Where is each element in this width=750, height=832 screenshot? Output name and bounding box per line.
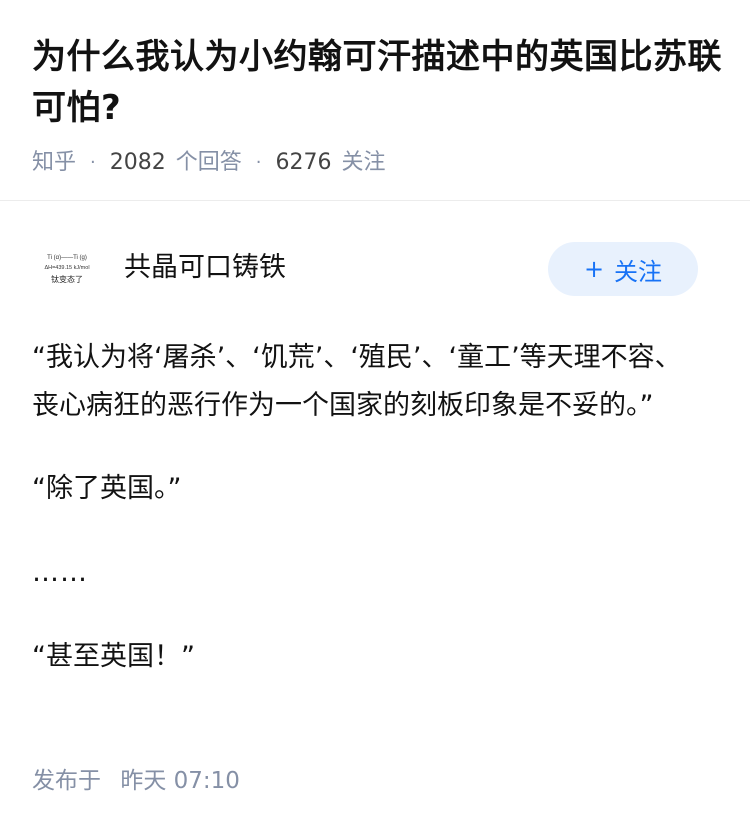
- meta-separator: ·: [90, 152, 96, 173]
- answer-paragraph: “我认为将‘屠杀’、‘饥荒’、‘殖民’、‘童工’等天理不容、丧心病狂的恶行作为一…: [32, 342, 682, 421]
- meta-separator: ·: [255, 152, 262, 173]
- publish-time: 昨天 07:10: [120, 768, 240, 794]
- publish-label: 发布于: [32, 768, 101, 794]
- follow-count: 6276: [275, 150, 332, 175]
- answer-page: 为什么我认为小约翰可汗描述中的英国比苏联可怕? 知乎 · 2082 个回答 · …: [0, 0, 750, 832]
- answer-paragraph: ……: [32, 557, 88, 588]
- author-name[interactable]: 共晶可口铸铁: [124, 250, 286, 286]
- publish-info: 发布于 昨天 07:10: [32, 766, 240, 796]
- plus-icon: +: [583, 255, 605, 283]
- avatar-image: Ti (α)——Ti (g) ΔH=439.15 kJ/mol 钛变态了: [32, 242, 102, 296]
- avatar-text-line2: ΔH=439.15 kJ/mol: [44, 265, 89, 271]
- author-row: Ti (α)——Ti (g) ΔH=439.15 kJ/mol 钛变态了 共晶可…: [32, 242, 698, 296]
- answer-body: “我认为将‘屠杀’、‘饥荒’、‘殖民’、‘童工’等天理不容、丧心病狂的恶行作为一…: [32, 334, 702, 681]
- avatar-text-line1: Ti (α)——Ti (g): [47, 255, 87, 261]
- answer-paragraph: “除了英国。”: [32, 473, 182, 504]
- avatar-text-line3: 钛变态了: [51, 274, 83, 284]
- source-label[interactable]: 知乎: [32, 148, 76, 178]
- follow-author-button[interactable]: + 关注: [548, 242, 698, 296]
- question-header: 为什么我认为小约翰可汗描述中的英国比苏联可怕? 知乎 · 2082 个回答 · …: [32, 32, 722, 178]
- answer-count-label[interactable]: 个回答: [176, 148, 242, 178]
- section-divider: [0, 200, 750, 201]
- answer-paragraph: “甚至英国！”: [32, 641, 195, 672]
- follow-count-label: 关注: [341, 150, 386, 175]
- question-title[interactable]: 为什么我认为小约翰可汗描述中的英国比苏联可怕?: [32, 32, 722, 134]
- avatar[interactable]: Ti (α)——Ti (g) ΔH=439.15 kJ/mol 钛变态了: [32, 242, 102, 296]
- follow-button-label: 关注: [614, 257, 663, 286]
- answer-count: 2082: [109, 150, 166, 175]
- question-meta: 知乎 · 2082 个回答 · 6276 关注: [32, 148, 722, 178]
